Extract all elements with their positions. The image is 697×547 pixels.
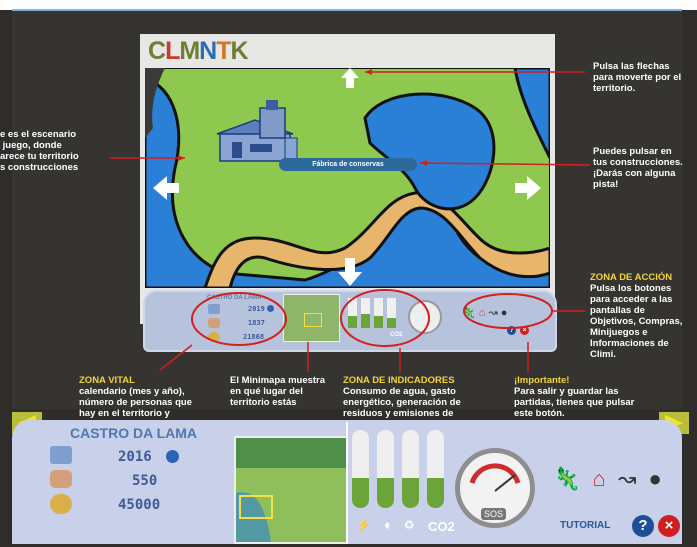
big-hud-divider bbox=[346, 422, 348, 544]
tutorial-label[interactable]: TUTORIAL bbox=[560, 520, 610, 531]
big-points: 45000 bbox=[118, 497, 161, 513]
note-arrows: Pulsa las flechas para moverte por el te… bbox=[593, 61, 682, 94]
big-penguin-icon[interactable]: ● bbox=[649, 466, 662, 492]
note-action-title: ZONA DE ACCIÓN bbox=[590, 272, 673, 283]
note-action: ZONA DE ACCIÓN Pulsa los botones para ac… bbox=[590, 272, 695, 360]
note-important: ¡Importante! Para salir y guardar las pa… bbox=[514, 375, 654, 419]
note-scenario: e es el escenario juego, donde arece tu … bbox=[0, 129, 79, 173]
note-important-body: Para salir y guardar las partidas, tiene… bbox=[514, 386, 635, 419]
note-minimap: El Minimapa muestra en qué lugar del ter… bbox=[230, 375, 326, 408]
energy-icon: ⚡ bbox=[356, 518, 371, 532]
note-buildings: Puedes pulsar en tus construcciones. ¡Da… bbox=[593, 146, 683, 190]
big-year: 2016 bbox=[118, 449, 152, 465]
big-exit-button[interactable]: × bbox=[658, 515, 680, 537]
big-house-icon[interactable]: ⌂ bbox=[593, 466, 606, 492]
big-people-icon bbox=[50, 470, 72, 488]
big-calendar-icon bbox=[50, 446, 72, 464]
big-coins-icon bbox=[50, 494, 72, 514]
water-icon: ♦ bbox=[384, 518, 391, 532]
big-action-icons[interactable]: 🦎 ⌂ ↝ ● bbox=[553, 466, 662, 492]
note-important-title: ¡Importante! bbox=[514, 375, 570, 386]
big-hose-icon[interactable]: ↝ bbox=[618, 466, 636, 492]
big-place-name: CASTRO DA LAMA bbox=[70, 425, 198, 441]
big-minimap-art bbox=[236, 438, 346, 542]
big-people: 550 bbox=[132, 473, 158, 489]
big-co2-label: CO2 bbox=[428, 519, 455, 534]
big-gauge-label: SOS bbox=[481, 508, 507, 520]
waste-icon: ♻ bbox=[403, 518, 415, 532]
big-indicator-bars bbox=[352, 430, 452, 508]
note-vital-title: ZONA VITAL bbox=[79, 375, 135, 386]
big-help-button[interactable]: ? bbox=[632, 515, 654, 537]
big-indicator-icons: ⚡ ♦ ♻ bbox=[356, 518, 415, 532]
note-indicators-title: ZONA DE INDICADORES bbox=[343, 375, 455, 386]
big-chameleon-icon[interactable]: 🦎 bbox=[553, 466, 580, 492]
big-next-month-button[interactable] bbox=[166, 450, 179, 463]
big-minimap[interactable] bbox=[234, 436, 348, 544]
note-action-body: Pulsa los botones para acceder a las pan… bbox=[590, 283, 683, 360]
